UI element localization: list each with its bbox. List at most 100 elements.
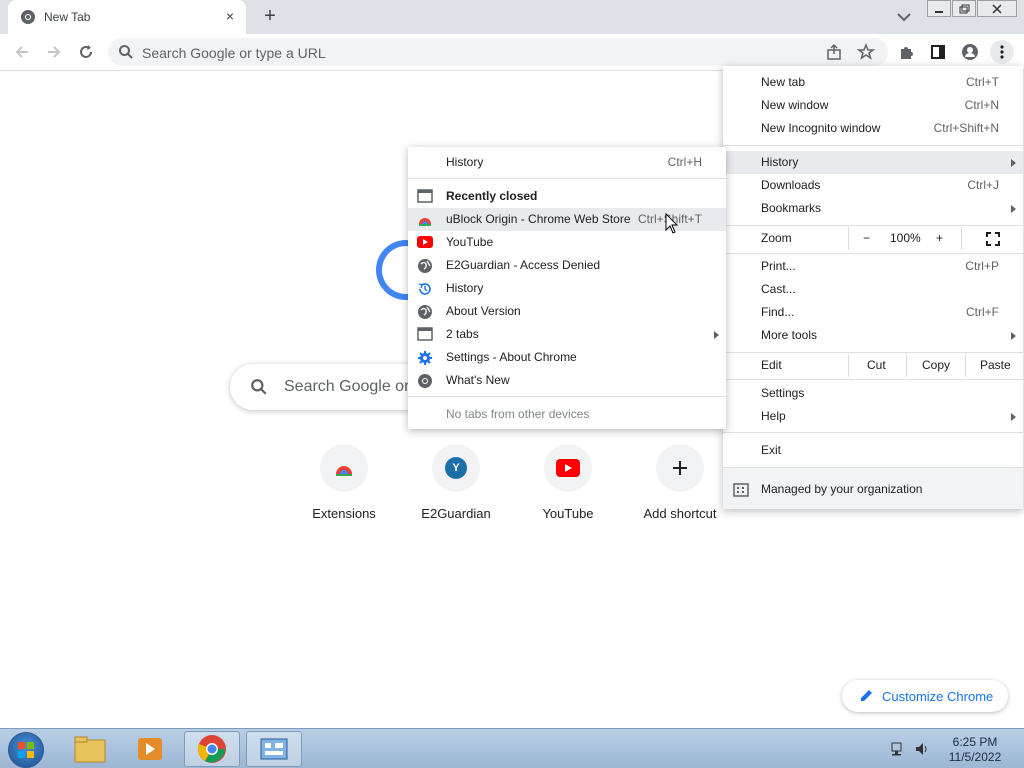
menu-item-settings[interactable]: Settings <box>723 382 1023 405</box>
cut-button[interactable]: Cut <box>848 354 906 377</box>
search-icon <box>251 379 267 395</box>
menu-item-new-tab[interactable]: New tab Ctrl+T <box>723 71 1023 94</box>
menu-item-label: Bookmarks <box>761 201 822 215</box>
menu-item-label: Exit <box>761 443 782 457</box>
menu-item-exit[interactable]: Exit <box>723 439 1023 462</box>
new-tab-button[interactable]: + <box>258 5 282 29</box>
menu-item-new-incognito[interactable]: New Incognito window Ctrl+Shift+N <box>723 117 1023 140</box>
fullscreen-button[interactable] <box>961 227 1023 250</box>
tab-close-button[interactable]: × <box>222 8 238 24</box>
menu-item-shortcut: Ctrl+P <box>965 259 999 273</box>
back-button[interactable] <box>10 40 34 64</box>
menu-item-find[interactable]: Find... Ctrl+F <box>723 301 1023 324</box>
taskbar-control-panel[interactable] <box>246 731 302 767</box>
menu-item-label: New tab <box>761 75 806 89</box>
menu-separator <box>408 178 726 179</box>
paste-button[interactable]: Paste <box>965 354 1023 377</box>
history-item-about-version[interactable]: About Version <box>408 300 726 323</box>
chrome-menu-button[interactable] <box>990 40 1014 64</box>
submenu-arrow-icon <box>1011 332 1016 340</box>
youtube-icon <box>417 236 433 248</box>
menu-separator <box>723 432 1023 433</box>
side-panel-button[interactable] <box>926 40 950 64</box>
volume-icon[interactable] <box>914 741 930 757</box>
chrome-menu: New tab Ctrl+T New window Ctrl+N New Inc… <box>723 66 1023 509</box>
youtube-icon <box>556 459 580 477</box>
restore-icon <box>959 4 970 14</box>
menu-item-label: About Version <box>446 304 521 318</box>
tab-search-icon[interactable] <box>894 8 914 26</box>
menu-item-label: 2 tabs <box>446 327 479 341</box>
share-icon[interactable] <box>825 43 843 61</box>
shortcut-e2guardian[interactable]: Y E2Guardian <box>400 440 512 530</box>
minimize-icon <box>935 11 943 13</box>
taskbar-explorer[interactable] <box>62 731 118 767</box>
reload-icon <box>80 45 92 58</box>
start-button[interactable] <box>8 732 44 768</box>
shortcut-label: Add shortcut <box>643 506 717 521</box>
paste-label: Paste <box>980 358 1011 372</box>
history-item-whats-new[interactable]: What's New <box>408 369 726 392</box>
zoom-in-label: + <box>936 231 944 245</box>
mouse-cursor-icon <box>665 213 679 234</box>
zoom-out-button[interactable]: − <box>848 227 888 250</box>
customize-label: Customize Chrome <box>882 689 994 704</box>
omnibox[interactable]: Search Google or type a URL <box>108 38 888 66</box>
letter-avatar-icon: Y <box>445 457 467 479</box>
copy-button[interactable]: Copy <box>906 354 965 377</box>
menu-item-print[interactable]: Print... Ctrl+P <box>723 255 1023 278</box>
menu-item-bookmarks[interactable]: Bookmarks <box>723 197 1023 220</box>
menu-item-new-window[interactable]: New window Ctrl+N <box>723 94 1023 117</box>
close-window-button[interactable] <box>977 0 1017 17</box>
shortcut-youtube[interactable]: YouTube <box>512 440 624 530</box>
menu-item-shortcut: Ctrl+T <box>966 75 999 89</box>
menu-item-help[interactable]: Help <box>723 405 1023 428</box>
history-no-tabs: No tabs from other devices <box>408 403 726 426</box>
menu-item-edit: Edit Cut Copy Paste <box>723 354 1023 377</box>
zoom-in-button[interactable]: + <box>928 227 958 250</box>
copy-label: Copy <box>922 358 951 372</box>
menu-item-history[interactable]: History <box>723 151 1023 174</box>
bookmark-star-icon[interactable] <box>857 43 875 61</box>
system-clock[interactable]: 6:25 PM 11/5/2022 <box>940 735 1010 765</box>
tab-new-tab[interactable]: New Tab × <box>8 0 246 34</box>
search-icon <box>119 45 133 59</box>
customize-chrome-button[interactable]: Customize Chrome <box>842 680 1008 712</box>
profile-button[interactable] <box>958 40 982 64</box>
globe-icon <box>418 259 432 273</box>
menu-item-label: E2Guardian - Access Denied <box>446 258 601 272</box>
history-item-e2guardian[interactable]: E2Guardian - Access Denied <box>408 254 726 277</box>
menu-item-label: New window <box>761 98 829 112</box>
menu-item-downloads[interactable]: Downloads Ctrl+J <box>723 174 1023 197</box>
extensions-button[interactable] <box>894 40 918 64</box>
submenu-arrow-icon <box>1011 159 1016 167</box>
history-item-settings-about[interactable]: Settings - About Chrome <box>408 346 726 369</box>
menu-item-managed[interactable]: Managed by your organization <box>723 468 1023 509</box>
history-item-2-tabs[interactable]: 2 tabs <box>408 323 726 346</box>
omnibox-placeholder: Search Google or type a URL <box>142 45 326 61</box>
shortcut-add[interactable]: Add shortcut <box>624 440 736 530</box>
network-icon[interactable] <box>890 741 906 757</box>
menu-item-more-tools[interactable]: More tools <box>723 324 1023 347</box>
menu-item-shortcut: Ctrl+F <box>966 305 999 319</box>
minimize-button[interactable] <box>927 0 951 17</box>
history-menu-item-history[interactable]: History Ctrl+H <box>408 151 726 174</box>
shortcut-extensions[interactable]: Extensions <box>288 440 400 530</box>
globe-icon <box>418 305 432 319</box>
window-icon <box>417 189 433 203</box>
settings-gear-icon <box>418 351 432 365</box>
reload-button[interactable] <box>74 40 98 64</box>
restore-button[interactable] <box>952 0 976 17</box>
shortcut-label: YouTube <box>542 506 594 521</box>
folder-icon <box>74 736 106 763</box>
taskbar-chrome[interactable] <box>184 731 240 767</box>
forward-button[interactable] <box>42 40 66 64</box>
shortcut-tile: Y <box>432 444 480 492</box>
side-panel-icon <box>931 45 945 59</box>
menu-item-cast[interactable]: Cast... <box>723 278 1023 301</box>
menu-item-label: History <box>761 155 799 169</box>
menu-item-label: Find... <box>761 305 795 319</box>
history-item-history[interactable]: History <box>408 277 726 300</box>
menu-item-label: Settings <box>761 386 805 400</box>
taskbar-media-player[interactable] <box>122 731 178 767</box>
